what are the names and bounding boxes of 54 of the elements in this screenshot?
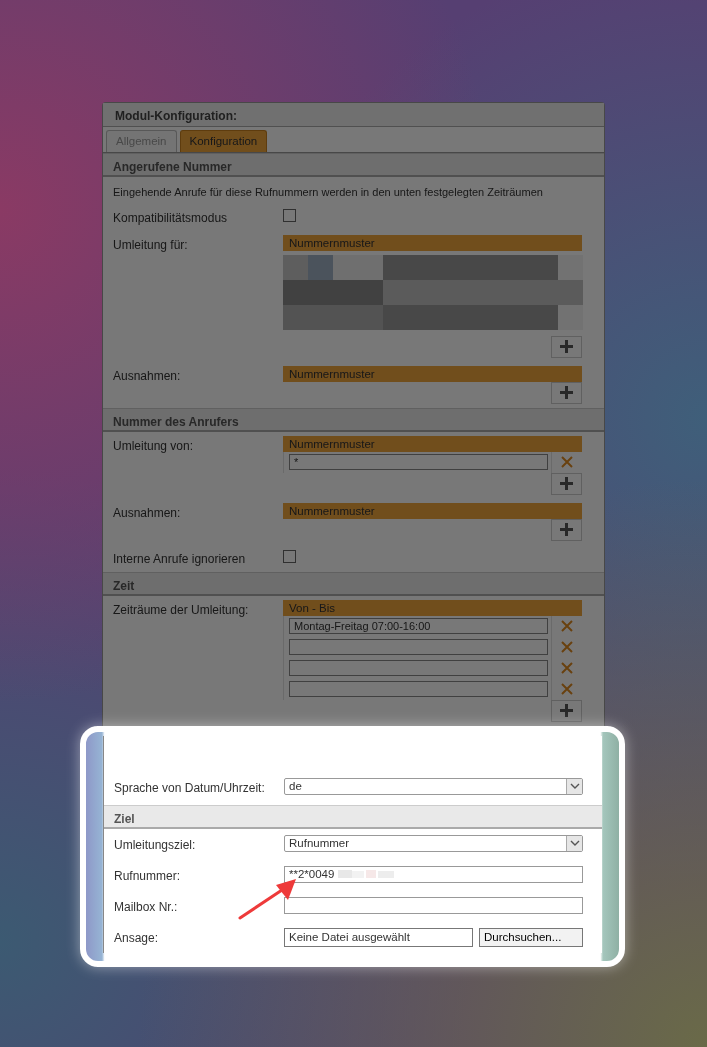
description-text: Eingehende Anrufe für diese Rufnummern werden in den unten festgelegten Zeiträumen — [112, 185, 544, 201]
list-header: Von - Bis — [283, 599, 582, 616]
field-label: Umleitung für: — [113, 236, 189, 254]
field-label: Mailbox Nr.: — [114, 898, 179, 916]
browse-button[interactable]: Durchsuchen... — [479, 927, 583, 947]
file-name-field[interactable]: Keine Datei ausgewählt — [284, 927, 473, 947]
section-header: Zeit — [103, 571, 604, 596]
section-header: Angerufene Nummer — [103, 153, 604, 178]
text-field[interactable]: **2*0049 — [284, 865, 583, 883]
chevron-down-icon — [569, 840, 580, 847]
checkbox[interactable] — [283, 208, 296, 222]
list-header: Nummernmuster — [283, 502, 582, 519]
list-header: Nummernmuster — [283, 234, 582, 251]
list-input-field[interactable]: Montag-Freitag 07:00-16:00 — [289, 618, 548, 635]
window-title: Modul-Konfiguration: — [103, 103, 604, 127]
field-label: Ausnahmen: — [113, 504, 182, 522]
field-label: Umleitung von: — [113, 437, 195, 455]
plus-icon — [560, 704, 573, 718]
field-label: Interne Anrufe ignorieren — [113, 550, 247, 568]
plus-icon — [560, 523, 573, 537]
list-input-field[interactable]: * — [289, 454, 548, 471]
remove-icon[interactable] — [561, 620, 573, 633]
remove-icon[interactable] — [561, 641, 573, 654]
remove-icon[interactable] — [561, 683, 573, 696]
section-header: Nummer des Anrufers — [103, 407, 604, 432]
plus-icon — [560, 477, 573, 491]
section-header: Ziel — [104, 804, 602, 829]
remove-icon[interactable] — [561, 662, 573, 675]
add-button[interactable] — [551, 699, 582, 722]
field-label: Ansage: — [114, 929, 160, 947]
field-label: Umleitungsziel: — [114, 836, 197, 854]
remove-icon[interactable] — [561, 456, 573, 469]
plus-icon — [560, 386, 573, 400]
list-input-field[interactable] — [289, 639, 548, 656]
field-label: Kompatibilitätsmodus — [113, 209, 229, 227]
field-label: Rufnummer: — [114, 867, 182, 885]
text-field[interactable] — [284, 896, 583, 914]
add-button[interactable] — [551, 335, 582, 358]
chevron-down-icon — [569, 783, 580, 790]
list-header: Nummernmuster — [283, 435, 582, 452]
add-button[interactable] — [551, 518, 582, 541]
dropdown[interactable]: Rufnummer — [284, 834, 583, 852]
field-label: Sprache von Datum/Uhrzeit: — [114, 779, 266, 797]
field-label: Ausnahmen: — [113, 367, 182, 385]
checkbox[interactable] — [283, 549, 296, 563]
list-input-field[interactable] — [289, 660, 548, 677]
annotation-arrow — [238, 878, 296, 920]
add-button[interactable] — [551, 381, 582, 404]
plus-icon — [560, 340, 573, 354]
field-label: Zeiträume der Umleitung: — [113, 601, 250, 619]
dropdown[interactable]: de — [284, 777, 583, 795]
list-input-field[interactable] — [289, 681, 548, 698]
list-header: Nummernmuster — [283, 365, 582, 382]
add-button[interactable] — [551, 472, 582, 495]
